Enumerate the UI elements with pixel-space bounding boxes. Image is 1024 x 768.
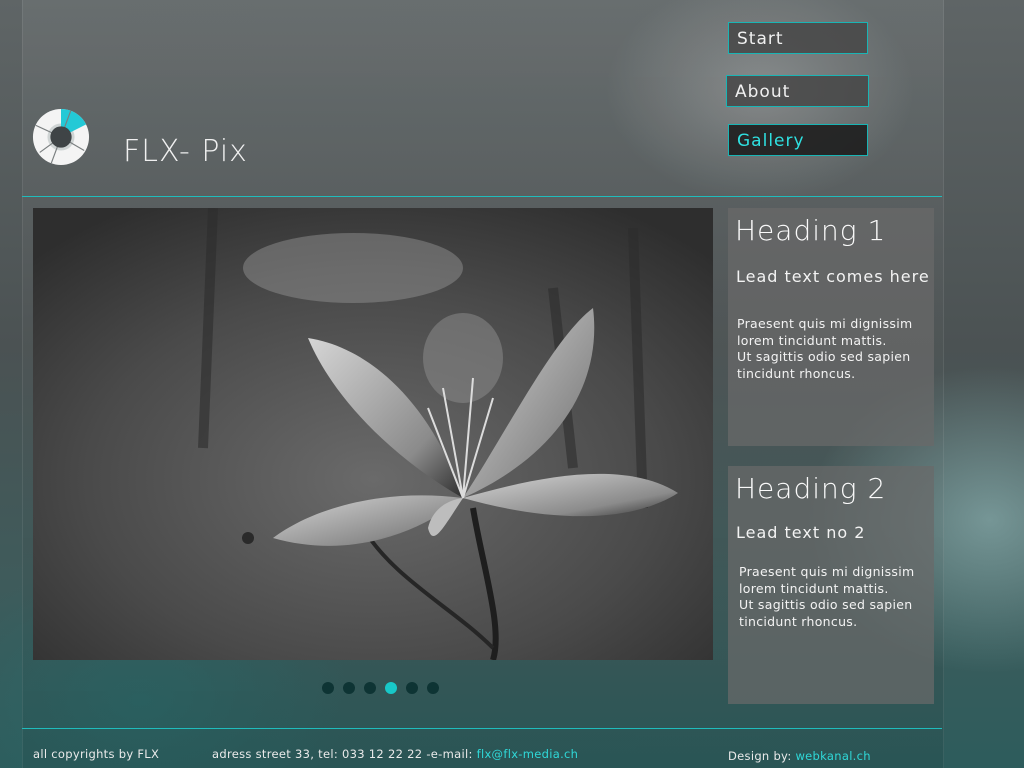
sidebar-body-2-line: tincidunt rhoncus. <box>739 613 858 629</box>
nav-about-button[interactable]: About <box>726 75 869 107</box>
sidebar-box-1: Heading 1 Lead text comes here Praesent … <box>728 208 934 446</box>
sidebar-body-2: Praesent quis mi dignissim lorem tincidu… <box>739 564 929 630</box>
footer-address-text: adress street 33, tel: 033 12 22 22 -e-m… <box>212 747 477 761</box>
sidebar-body-1-line: tincidunt rhoncus. <box>737 365 856 381</box>
sidebar-body-2-line: Ut sagittis odio sed sapien <box>739 597 913 612</box>
sidebar-body-1: Praesent quis mi dignissim lorem tincidu… <box>737 316 927 382</box>
slider-dot-active[interactable] <box>385 682 397 694</box>
sidebar-body-1-line: lorem tincidunt mattis. <box>737 332 887 348</box>
footer-design-link[interactable]: webkanal.ch <box>795 749 870 763</box>
nav-start-button[interactable]: Start <box>728 22 868 54</box>
sidebar-body-1-line: Praesent quis mi dignissim <box>737 316 913 331</box>
slider-dot[interactable] <box>322 682 334 694</box>
slider-dot[interactable] <box>364 682 376 694</box>
header-divider <box>22 196 942 197</box>
sidebar-box-2: Heading 2 Lead text no 2 Praesent quis m… <box>728 466 934 704</box>
lily-flower-image <box>33 208 713 660</box>
footer-address: adress street 33, tel: 033 12 22 22 -e-m… <box>212 747 578 761</box>
footer-email-link[interactable]: flx@flx-media.ch <box>477 747 579 761</box>
slider-pagination <box>322 682 439 694</box>
sidebar-lead-1: Lead text comes here <box>736 267 930 286</box>
sidebar-body-2-line: Praesent quis mi dignissim <box>739 564 915 579</box>
footer-divider <box>22 728 942 729</box>
aperture-logo-icon <box>32 108 90 166</box>
sidebar-body-1-line: Ut sagittis odio sed sapien <box>737 349 911 364</box>
footer-design-label: Design by: <box>728 749 796 763</box>
gallery-main-image[interactable] <box>33 208 713 660</box>
slider-dot[interactable] <box>427 682 439 694</box>
sidebar-heading-2: Heading 2 <box>735 472 887 505</box>
site-title: FLX- Pix <box>123 134 248 169</box>
nav-gallery-button[interactable]: Gallery <box>728 124 868 156</box>
footer-design-credit: Design by: webkanal.ch <box>728 749 871 763</box>
slider-dot[interactable] <box>406 682 418 694</box>
footer-copyright: all copyrights by FLX <box>33 747 160 761</box>
slider-dot[interactable] <box>343 682 355 694</box>
sidebar-body-2-line: lorem tincidunt mattis. <box>739 580 889 596</box>
sidebar-heading-1: Heading 1 <box>735 214 887 247</box>
sidebar-lead-2: Lead text no 2 <box>736 523 866 542</box>
